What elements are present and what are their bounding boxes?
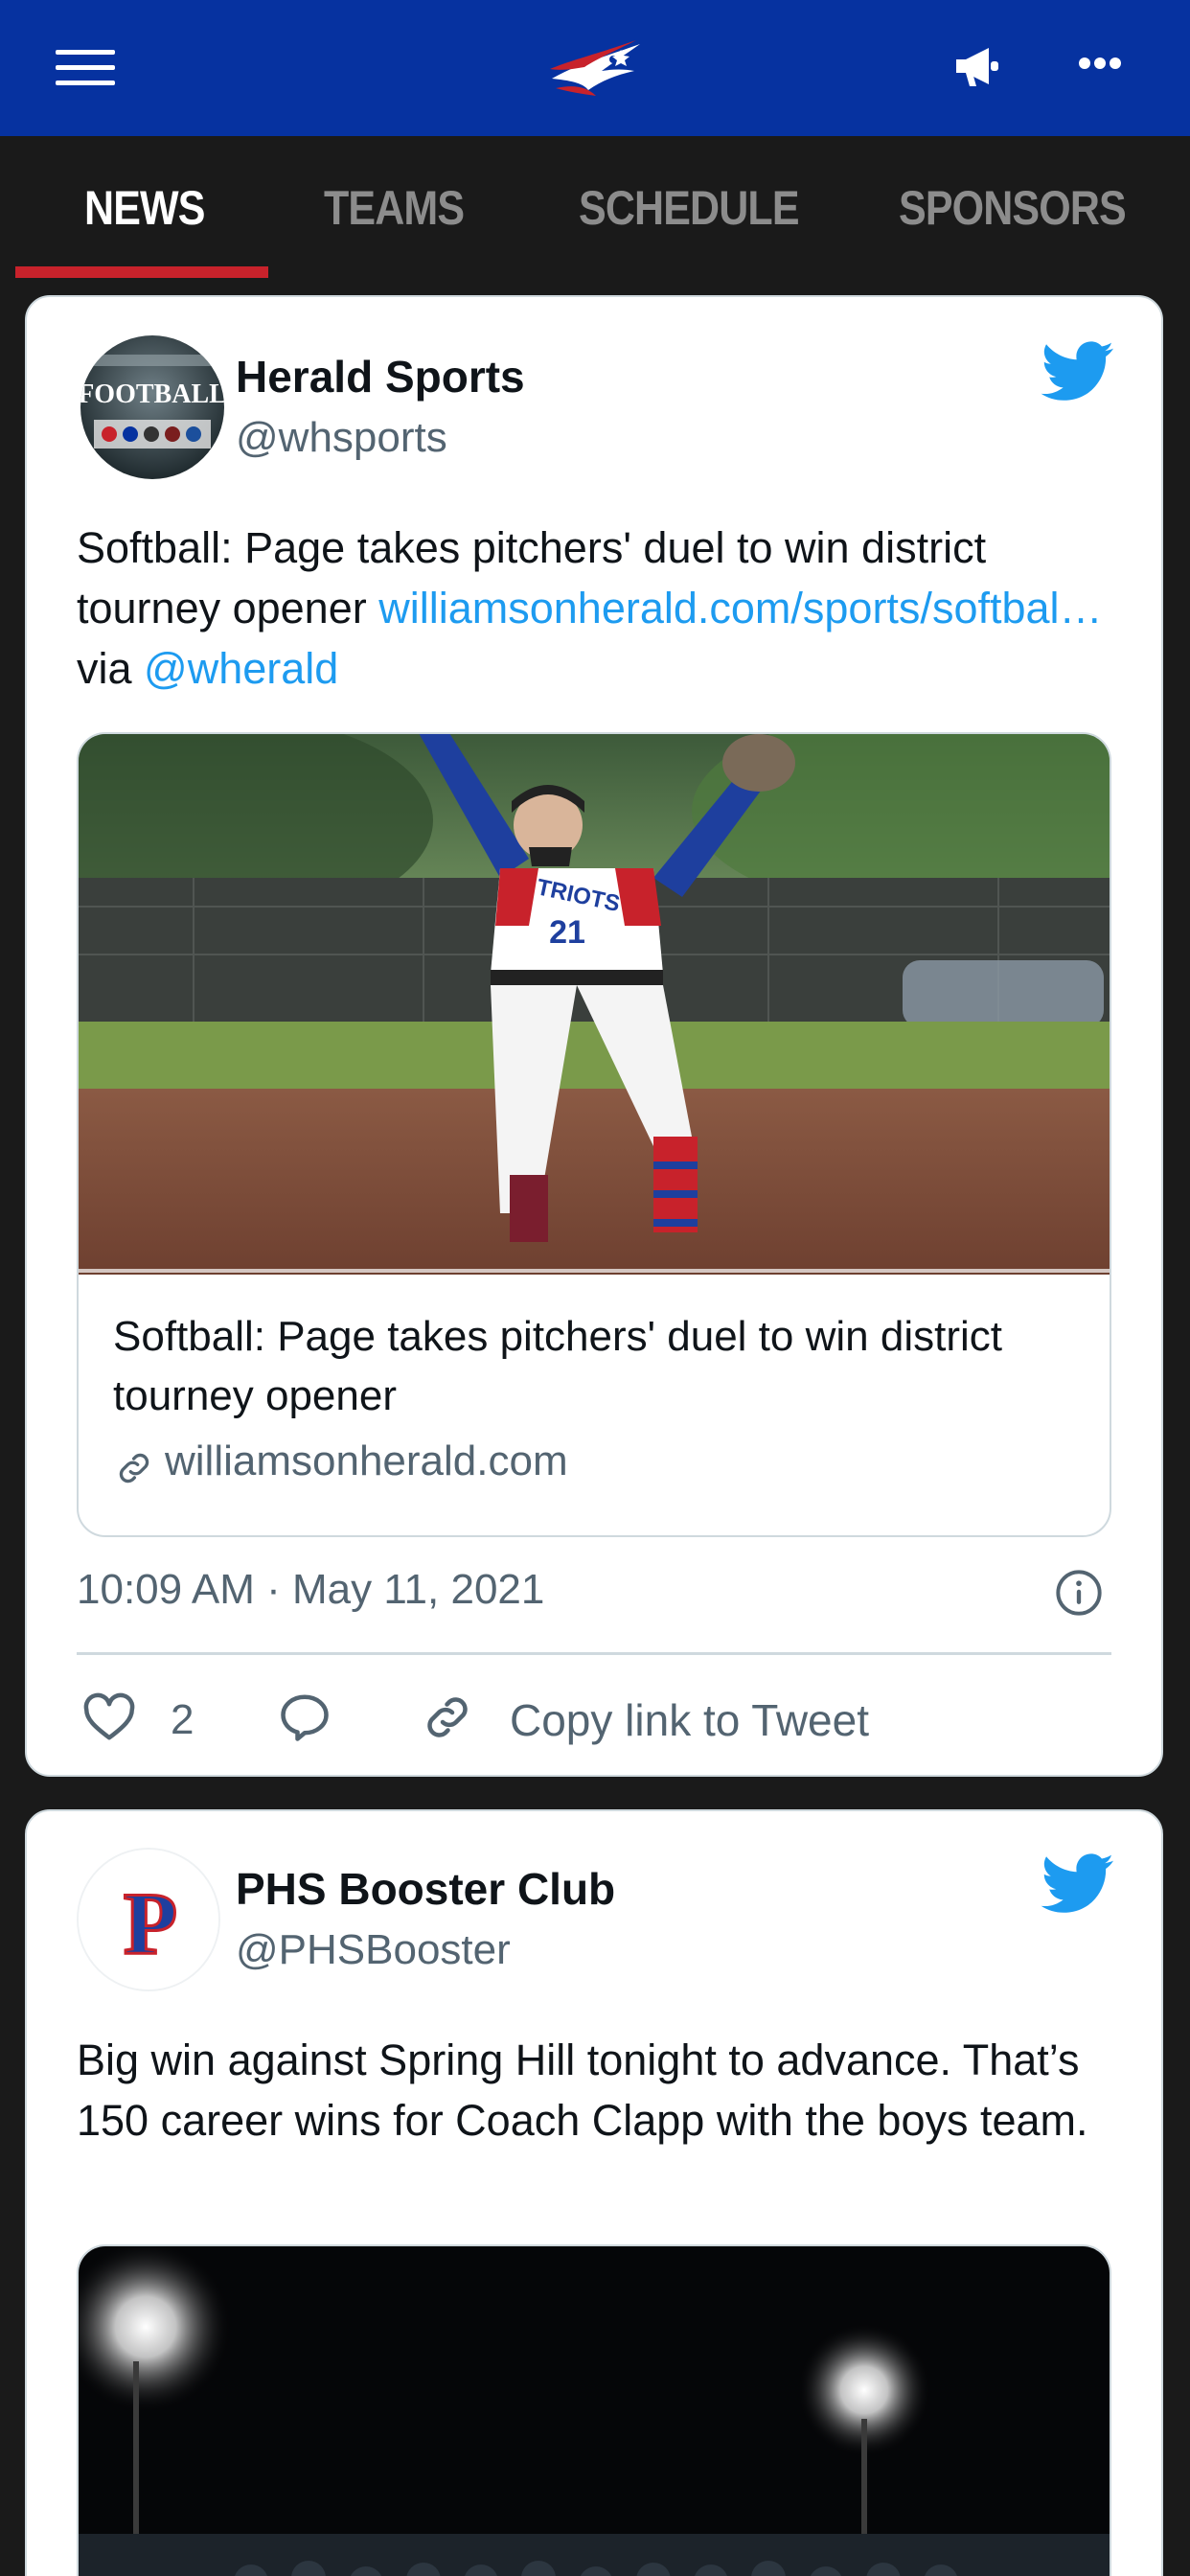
tab-sponsors[interactable]: SPONSORS	[899, 180, 1127, 238]
avatar-text: FOOTBALL	[80, 380, 224, 409]
tweet-link[interactable]: williamsonherald.com/sports/softbal…	[378, 584, 1102, 632]
tab-bar: NEWS TEAMS SCHEDULE SPONSORS	[0, 136, 1190, 278]
night-team-photo	[79, 2246, 1110, 2576]
tweet-text: Big win against Spring Hill tonight to a…	[77, 2036, 1088, 2145]
tweet-text: Softball: Page takes pitchers' duel to w…	[77, 523, 1103, 693]
hamburger-menu-icon[interactable]	[56, 50, 119, 88]
divider	[77, 1652, 1111, 1655]
softball-pitcher-photo: TRIOTS 21	[79, 734, 1110, 1275]
app-bar	[0, 0, 1190, 136]
patriots-eagle-logo[interactable]	[546, 36, 646, 100]
svg-text:21: 21	[549, 914, 585, 951]
tweet-author-handle[interactable]: @whsports	[236, 414, 447, 462]
tab-news[interactable]: NEWS	[84, 180, 205, 238]
link-preview-card[interactable]: TRIOTS 21 Softball: Page takes pitchers'…	[77, 732, 1111, 1537]
heart-icon[interactable]	[80, 1689, 138, 1746]
twitter-bird-icon[interactable]	[1041, 341, 1115, 402]
reply-bubble-icon[interactable]	[274, 1689, 335, 1746]
twitter-bird-icon[interactable]	[1041, 1853, 1115, 1915]
copy-link-icon[interactable]	[418, 1689, 477, 1746]
link-preview-domain[interactable]: williamsonherald.com	[165, 1438, 568, 1485]
copy-link-button[interactable]: Copy link to Tweet	[510, 1694, 869, 1746]
tweet-card[interactable]: P PHS Booster Club @PHSBooster Big win a…	[25, 1809, 1163, 2576]
tweet-card[interactable]: FOOTBALL Herald Sports @whsports Softbal…	[25, 295, 1163, 1777]
mention-link[interactable]: @wherald	[144, 644, 338, 693]
tweet-author-handle[interactable]: @PHSBooster	[236, 1926, 511, 1974]
info-icon[interactable]	[1054, 1568, 1104, 1618]
tweet-author-name[interactable]: Herald Sports	[236, 351, 525, 402]
avatar[interactable]: P	[77, 1848, 220, 1991]
tweet-author-name[interactable]: PHS Booster Club	[236, 1863, 615, 1915]
tweet-photo[interactable]	[77, 2244, 1111, 2576]
megaphone-icon[interactable]	[950, 40, 1004, 94]
tab-teams[interactable]: TEAMS	[324, 180, 465, 238]
link-preview-title[interactable]: Softball: Page takes pitchers' duel to w…	[113, 1307, 1071, 1426]
active-tab-indicator	[15, 266, 268, 278]
tab-schedule[interactable]: SCHEDULE	[579, 180, 800, 238]
tweet-timestamp[interactable]: 10:09 AM · May 11, 2021	[77, 1566, 544, 1614]
link-icon	[119, 1453, 149, 1484]
more-dots-icon[interactable]	[1079, 56, 1121, 71]
avatar-text: P	[124, 1874, 177, 1972]
avatar[interactable]: FOOTBALL	[80, 335, 224, 479]
like-count: 2	[171, 1696, 195, 1743]
